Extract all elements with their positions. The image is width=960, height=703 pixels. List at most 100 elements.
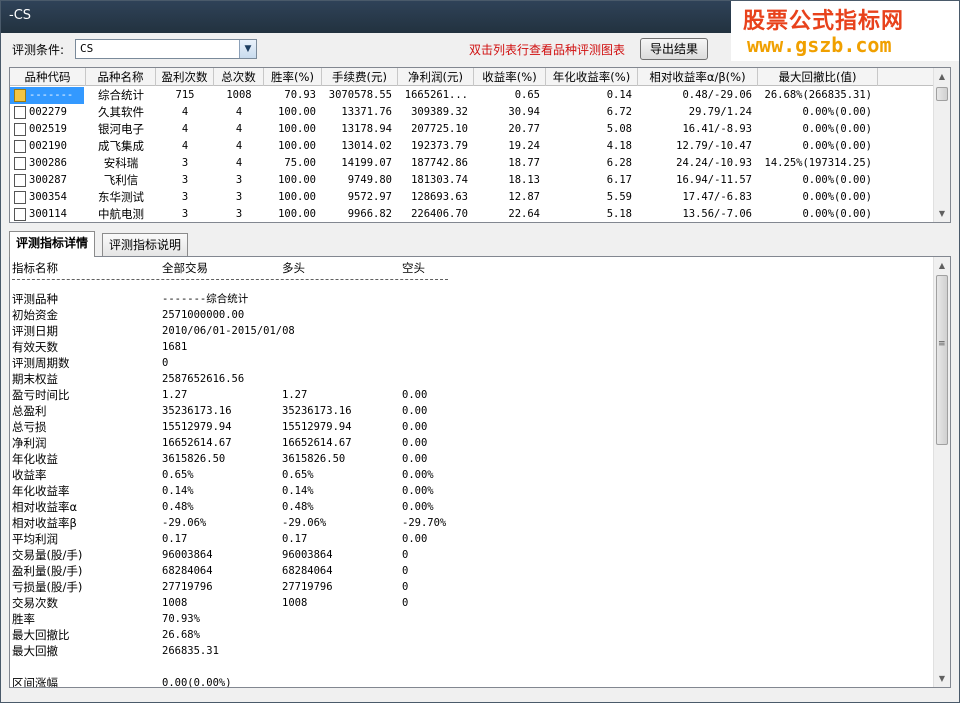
table-row[interactable]: 300354 东华测试 3 3 100.00 9572.97 128693.63 12.87 5… bbox=[10, 189, 934, 206]
scroll-up-icon[interactable]: ▲ bbox=[934, 257, 950, 274]
table-header: 品种代码 品种名称 盈利次数 总次数 胜率(%) 手续费(元) 净利润(元) 收益率(%) 年化… bbox=[10, 68, 934, 86]
export-button[interactable]: 导出结果 bbox=[640, 38, 708, 60]
metric-value: 2571000000.00 bbox=[162, 309, 245, 321]
cell-net: 192373.79 bbox=[411, 140, 468, 152]
cell-win-rate: 100.00 bbox=[278, 106, 316, 118]
metric-name: 总亏损 bbox=[12, 420, 47, 434]
column-header[interactable]: 盈利次数 bbox=[156, 68, 214, 86]
tab-indicator-details[interactable]: 评测指标详情 bbox=[9, 231, 96, 257]
scroll-up-icon[interactable]: ▲ bbox=[934, 68, 950, 85]
cell-net: 226406.70 bbox=[411, 208, 468, 220]
metric-value: -------综合统计 bbox=[162, 293, 249, 305]
cell-ret: 20.77 bbox=[508, 123, 540, 135]
column-header[interactable]: 最大回撤比(值) bbox=[758, 68, 878, 86]
detail-row: 净利润 16652614.67 16652614.67 0.00 bbox=[10, 435, 932, 451]
metric-value: 0 bbox=[402, 565, 409, 577]
cell-fee: 9966.82 bbox=[347, 208, 392, 220]
metric-value: 0.14% bbox=[162, 485, 194, 497]
column-header[interactable]: 胜率(%) bbox=[264, 68, 322, 86]
watermark-title: 股票公式指标网 bbox=[743, 9, 905, 34]
cell-rel: 17.47/-6.83 bbox=[682, 191, 752, 203]
metric-value: 27719796 bbox=[282, 581, 333, 593]
metric-name: 平均利润 bbox=[12, 532, 58, 546]
cell-wins: 3 bbox=[181, 191, 189, 203]
cell-win-rate: 100.00 bbox=[278, 208, 316, 220]
cell-ret: 12.87 bbox=[508, 191, 540, 203]
cell-wins: 4 bbox=[181, 106, 189, 118]
watermark-overlay: 股票公式指标网 www.gszb.com bbox=[731, 1, 959, 61]
metric-name: 亏损量(股/手) bbox=[12, 580, 83, 594]
table-row[interactable]: 002190 成飞集成 4 4 100.00 13014.02 192373.79 19.24… bbox=[10, 138, 934, 155]
scroll-thumb[interactable] bbox=[936, 87, 948, 101]
column-header[interactable]: 净利润(元) bbox=[398, 68, 474, 86]
column-header[interactable]: 品种名称 bbox=[86, 68, 156, 86]
cell-annual: 6.72 bbox=[606, 106, 632, 118]
metric-value: 0 bbox=[162, 357, 169, 369]
metric-name: 期末权益 bbox=[12, 372, 58, 386]
cell-total: 3 bbox=[235, 174, 243, 186]
table-row[interactable]: 300286 安科瑞 3 4 75.00 14199.07 187742.86 18.77 6.… bbox=[10, 155, 934, 172]
cell-wins: 3 bbox=[181, 157, 189, 169]
detail-row: 初始资金 2571000000.00 bbox=[10, 307, 932, 323]
cell-win-rate: 70.93 bbox=[284, 89, 316, 101]
column-header[interactable]: 总次数 bbox=[214, 68, 264, 86]
metric-name: 相对收益率β bbox=[12, 516, 77, 530]
column-header[interactable]: 品种代码 bbox=[10, 68, 86, 86]
detail-row: 交易量(股/手) 96003864 96003864 0 bbox=[10, 547, 932, 563]
main-window: -CS 股票公式指标网 www.gszb.com 评测条件: CS ▼ 双击列表… bbox=[0, 0, 960, 703]
table-row[interactable]: 300287 飞利信 3 3 100.00 9749.80 181303.74 18.13 6.… bbox=[10, 172, 934, 189]
table-row[interactable]: ------- 综合统计 715 1008 70.93 3070578.55 1665261… bbox=[10, 87, 934, 104]
metric-name: 年化收益率 bbox=[12, 484, 70, 498]
watermark-url: www.gszb.com bbox=[747, 33, 892, 57]
metric-value: 0.00 bbox=[402, 421, 428, 433]
metric-value: 0 bbox=[402, 597, 409, 609]
document-icon bbox=[14, 208, 26, 221]
detail-row: 评测日期 2010/06/01-2015/01/08 bbox=[10, 323, 932, 339]
metric-value: 96003864 bbox=[162, 549, 213, 561]
cell-name: 久其软件 bbox=[98, 105, 144, 119]
summary-icon bbox=[14, 89, 26, 102]
tab-indicator-description[interactable]: 评测指标说明 bbox=[102, 233, 189, 257]
scroll-down-icon[interactable]: ▼ bbox=[934, 205, 950, 222]
column-header[interactable]: 年化收益率(%) bbox=[546, 68, 638, 86]
column-header[interactable]: 手续费(元) bbox=[322, 68, 398, 86]
metric-value: 0.48% bbox=[282, 501, 314, 513]
hint-text: 双击列表行查看品种评测图表 bbox=[469, 43, 626, 57]
table-row[interactable]: 002519 银河电子 4 4 100.00 13178.94 207725.10 20.77… bbox=[10, 121, 934, 138]
table-scrollbar[interactable]: ▲ ▼ bbox=[933, 68, 950, 222]
metric-value: 266835.31 bbox=[162, 645, 219, 657]
table-row[interactable]: 300114 中航电测 3 3 100.00 9966.82 226406.70 22.64 5… bbox=[10, 206, 934, 222]
detail-row: 盈亏时间比 1.27 1.27 0.00 bbox=[10, 387, 932, 403]
metric-value: 0 bbox=[402, 581, 409, 593]
metric-name: 评测日期 bbox=[12, 324, 58, 338]
detail-row: 相对收益率α 0.48% 0.48% 0.00% bbox=[10, 499, 932, 515]
metric-name: 盈亏时间比 bbox=[12, 388, 70, 402]
cell-rel: 12.79/-10.47 bbox=[676, 140, 752, 152]
cell-win-rate: 100.00 bbox=[278, 174, 316, 186]
detail-header-all: 全部交易 bbox=[162, 261, 208, 275]
metric-value: -29.70% bbox=[402, 517, 447, 529]
detail-row: 交易次数 1008 1008 0 bbox=[10, 595, 932, 611]
cell-ret: 22.64 bbox=[508, 208, 540, 220]
column-header[interactable]: 收益率(%) bbox=[474, 68, 546, 86]
condition-select[interactable]: CS ▼ bbox=[75, 39, 257, 59]
cell-net: 181303.74 bbox=[411, 174, 468, 186]
table-row[interactable]: 002279 久其软件 4 4 100.00 13371.76 309389.32 30.94… bbox=[10, 104, 934, 121]
cell-rel: 24.24/-10.93 bbox=[676, 157, 752, 169]
results-table: 品种代码 品种名称 盈利次数 总次数 胜率(%) 手续费(元) 净利润(元) 收益率(%) 年化… bbox=[9, 67, 951, 223]
scroll-down-icon[interactable]: ▼ bbox=[934, 670, 950, 687]
column-header[interactable]: 相对收益率α/β(%) bbox=[638, 68, 758, 86]
chevron-down-icon[interactable]: ▼ bbox=[239, 40, 256, 58]
document-icon bbox=[14, 157, 26, 170]
metric-value: 3615826.50 bbox=[162, 453, 226, 465]
metric-value: 15512979.94 bbox=[162, 421, 232, 433]
cell-dd: 0.00%(0.00) bbox=[802, 106, 872, 118]
cell-win-rate: 100.00 bbox=[278, 123, 316, 135]
code-text: 002190 bbox=[29, 140, 67, 152]
condition-value: CS bbox=[80, 42, 94, 55]
metric-value: 1008 bbox=[162, 597, 188, 609]
detail-scrollbar[interactable]: ▲ ≡ ▼ bbox=[933, 257, 950, 687]
cell-annual: 0.14 bbox=[606, 89, 632, 101]
scroll-thumb[interactable] bbox=[936, 275, 948, 445]
code-cell: 002519 bbox=[10, 121, 84, 138]
